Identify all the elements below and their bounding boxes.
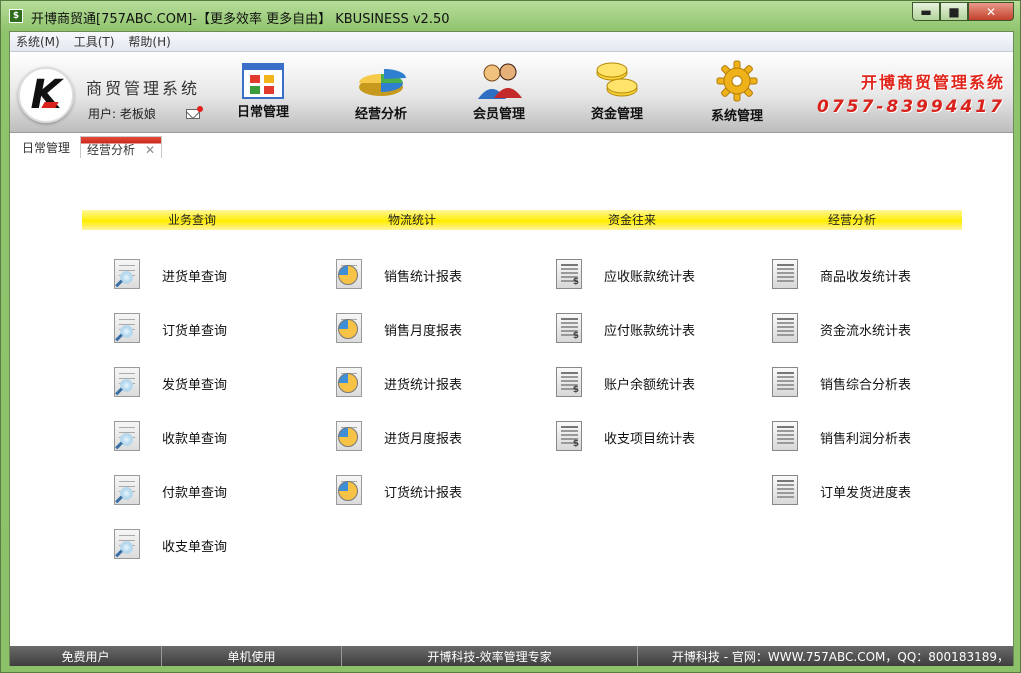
list-item[interactable]: 付款单查询 bbox=[112, 464, 332, 518]
tab-close-icon[interactable]: ✕ bbox=[145, 143, 155, 157]
column-logistics: 销售统计报表 销售月度报表 进货统计报表 进货月度报表 订货统计报表 bbox=[334, 248, 554, 518]
menu-help[interactable]: 帮助(H) bbox=[128, 33, 170, 50]
app-window: $ 开博商贸通[757ABC.COM]-【更多效率 更多自由】 KBUSINES… bbox=[0, 0, 1021, 673]
menu-tools[interactable]: 工具(T) bbox=[74, 33, 115, 50]
header-business-query: 业务查询 bbox=[167, 213, 216, 227]
coins-icon bbox=[592, 61, 642, 101]
window-controls: ▬ ■ ✕ bbox=[912, 2, 1014, 21]
ledger-icon bbox=[770, 367, 804, 399]
tab-label: 日常管理 bbox=[22, 140, 71, 155]
logo-letter: K bbox=[30, 72, 62, 118]
nav-fund-management[interactable]: 资金管理 bbox=[572, 61, 662, 131]
status-website: 开博科技 - 官网：WWW.757ABC.COM，QQ：800183189， bbox=[671, 649, 1009, 664]
doc-search-icon bbox=[112, 367, 146, 399]
nav-daily-management[interactable]: 日常管理 bbox=[218, 61, 308, 131]
list-item[interactable]: 资金流水统计表 bbox=[770, 302, 990, 356]
nav-business-analysis[interactable]: 经营分析 bbox=[336, 61, 426, 131]
minimize-button[interactable]: ▬ bbox=[912, 2, 940, 21]
title-bar[interactable]: $ 开博商贸通[757ABC.COM]-【更多效率 更多自由】 KBUSINES… bbox=[1, 1, 1020, 31]
tab-strip: 日常管理 经营分析 ✕ bbox=[10, 134, 1013, 158]
pie-report-icon bbox=[334, 475, 368, 507]
tab-business-analysis[interactable]: 经营分析 ✕ bbox=[80, 136, 163, 158]
pie-chart-icon bbox=[356, 61, 406, 101]
list-item[interactable]: 进货单查询 bbox=[112, 248, 332, 302]
list-item[interactable]: 收款单查询 bbox=[112, 410, 332, 464]
column-analysis: 商品收发统计表 资金流水统计表 销售综合分析表 销售利润分析表 订单发货进度表 bbox=[770, 248, 990, 518]
tab-daily-management[interactable]: 日常管理 bbox=[16, 136, 76, 158]
list-item[interactable]: 商品收发统计表 bbox=[770, 248, 990, 302]
list-item[interactable]: 订单发货进度表 bbox=[770, 464, 990, 518]
list-item[interactable]: 订货统计报表 bbox=[334, 464, 554, 518]
logo: K bbox=[18, 67, 74, 123]
header-funds: 资金往来 bbox=[607, 213, 656, 227]
ledger-icon: $ bbox=[554, 421, 588, 453]
column-business-query: 进货单查询 订货单查询 发货单查询 收款单查询 付款单查询 收支单查询 bbox=[112, 248, 332, 572]
ledger-icon bbox=[770, 475, 804, 507]
nav-system-management[interactable]: 系统管理 bbox=[692, 59, 782, 131]
brand-phone: 0757-83994417 bbox=[817, 97, 1005, 117]
column-funds: $ 应收账款统计表 $ 应付账款统计表 $ 账户余额统计表 $ 收支项目统计表 bbox=[554, 248, 774, 464]
list-item[interactable]: 销售月度报表 bbox=[334, 302, 554, 356]
doc-search-icon bbox=[112, 259, 146, 291]
status-slogan: 开博科技-效率管理专家 bbox=[342, 646, 638, 666]
tab-label: 经营分析 bbox=[87, 143, 136, 157]
menu-bar: 系统(M) 工具(T) 帮助(H) bbox=[10, 32, 1013, 52]
maximize-button[interactable]: ■ bbox=[940, 2, 968, 21]
list-item[interactable]: 销售综合分析表 bbox=[770, 356, 990, 410]
client-area: 系统(M) 工具(T) 帮助(H) K 商贸管理系统 用户: 老板娘 日常管理 bbox=[9, 31, 1014, 666]
close-button[interactable]: ✕ bbox=[968, 2, 1014, 21]
current-user: 用户: 老板娘 bbox=[88, 107, 156, 121]
menu-system[interactable]: 系统(M) bbox=[16, 33, 60, 50]
list-item[interactable]: 销售统计报表 bbox=[334, 248, 554, 302]
list-item[interactable]: 进货月度报表 bbox=[334, 410, 554, 464]
nav-label: 资金管理 bbox=[590, 107, 643, 122]
pie-report-icon bbox=[334, 313, 368, 345]
mail-icon[interactable] bbox=[186, 106, 203, 119]
pie-report-icon bbox=[334, 367, 368, 399]
ledger-icon bbox=[770, 259, 804, 291]
list-item[interactable]: $ 应付账款统计表 bbox=[554, 302, 774, 356]
gear-icon bbox=[715, 59, 759, 103]
status-bar: 免费用户 单机使用 开博科技-效率管理专家 开博科技 - 官网：WWW.757A… bbox=[10, 646, 1013, 666]
doc-search-icon bbox=[112, 421, 146, 453]
list-item[interactable]: 销售利润分析表 bbox=[770, 410, 990, 464]
system-name: 商贸管理系统 bbox=[86, 79, 201, 98]
doc-search-icon bbox=[112, 475, 146, 507]
ledger-icon bbox=[770, 313, 804, 345]
brand-title: 开博商贸管理系统 bbox=[860, 73, 1005, 92]
section-header-bar: 业务查询 物流统计 资金往来 经营分析 bbox=[82, 210, 962, 230]
status-mode: 单机使用 bbox=[162, 646, 342, 666]
doc-search-icon bbox=[112, 313, 146, 345]
list-item[interactable]: 发货单查询 bbox=[112, 356, 332, 410]
analysis-panel: 业务查询 物流统计 资金往来 经营分析 进货单查询 订货单查询 发货单查询 收款… bbox=[10, 160, 1013, 646]
doc-search-icon bbox=[112, 529, 146, 561]
list-item[interactable]: $ 账户余额统计表 bbox=[554, 356, 774, 410]
members-icon bbox=[474, 61, 524, 101]
nav-label: 系统管理 bbox=[710, 109, 763, 124]
window-title: 开博商贸通[757ABC.COM]-【更多效率 更多自由】 KBUSINESS … bbox=[31, 12, 450, 27]
ledger-icon: $ bbox=[554, 313, 588, 345]
nav-member-management[interactable]: 会员管理 bbox=[454, 61, 544, 131]
ledger-icon: $ bbox=[554, 259, 588, 291]
list-item[interactable]: 订货单查询 bbox=[112, 302, 332, 356]
brand-block: 开博商贸管理系统 0757-83994417 bbox=[817, 69, 1005, 117]
nav-label: 会员管理 bbox=[472, 107, 525, 122]
status-user-type: 免费用户 bbox=[10, 646, 162, 666]
calendar-grid-icon bbox=[242, 63, 284, 99]
pie-report-icon bbox=[334, 421, 368, 453]
nav-label: 日常管理 bbox=[236, 105, 289, 120]
ledger-icon: $ bbox=[554, 367, 588, 399]
pie-report-icon bbox=[334, 259, 368, 291]
list-item[interactable]: 收支单查询 bbox=[112, 518, 332, 572]
header-logistics: 物流统计 bbox=[387, 213, 436, 227]
ledger-icon bbox=[770, 421, 804, 453]
list-item[interactable]: 进货统计报表 bbox=[334, 356, 554, 410]
list-item[interactable]: $ 收支项目统计表 bbox=[554, 410, 774, 464]
nav-label: 经营分析 bbox=[354, 107, 407, 122]
list-item[interactable]: $ 应收账款统计表 bbox=[554, 248, 774, 302]
app-icon: $ bbox=[9, 9, 23, 23]
header-analysis: 经营分析 bbox=[827, 213, 876, 227]
banner: K 商贸管理系统 用户: 老板娘 日常管理 经营分析 会员管理 资金管理 系统管… bbox=[10, 53, 1013, 133]
